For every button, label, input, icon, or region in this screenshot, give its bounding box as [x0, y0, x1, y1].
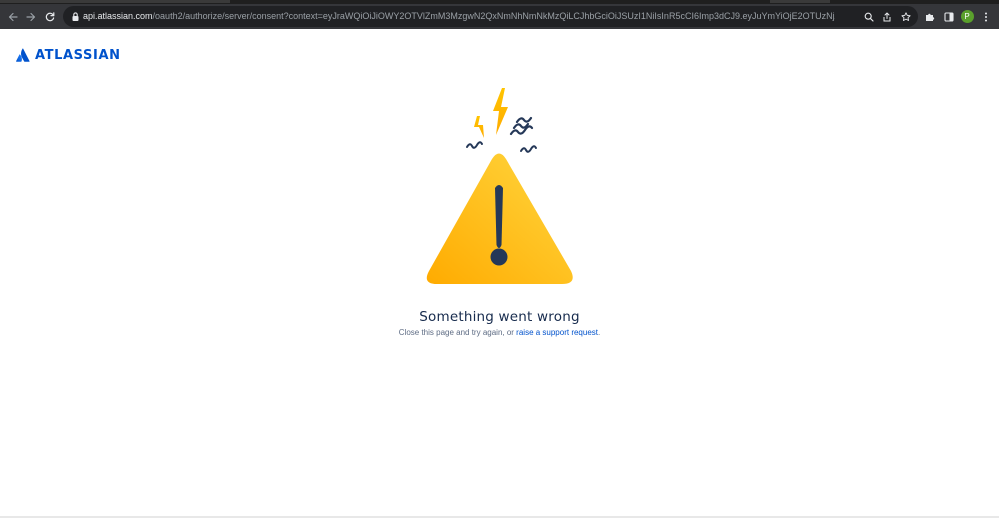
address-bar[interactable]: api.atlassian.com/oauth2/authorize/serve…: [63, 6, 918, 27]
forward-arrow-icon: [26, 12, 36, 21]
share-icon: [883, 12, 891, 21]
star-icon: [901, 11, 911, 21]
puzzle-icon: [926, 13, 935, 21]
tab-edge: [770, 0, 830, 3]
warning-triangle-icon: [426, 153, 573, 284]
squiggle-left: [466, 141, 483, 149]
zoom-button[interactable]: [860, 6, 878, 27]
extensions-button[interactable]: [921, 4, 939, 29]
url-text[interactable]: api.atlassian.com/oauth2/authorize/serve…: [83, 6, 835, 27]
message-text: Close this page and try again, or: [398, 328, 517, 337]
warning-illustration: [426, 88, 573, 284]
error-heading: Something went wrong: [419, 309, 580, 325]
bookmark-button[interactable]: [897, 6, 915, 27]
tab-edge: [0, 0, 230, 3]
support-request-link[interactable]: raise a support request: [516, 328, 598, 337]
url-host: api.atlassian.com: [83, 11, 153, 21]
browser-toolbar: api.atlassian.com/oauth2/authorize/serve…: [0, 4, 999, 29]
atlassian-mark-icon: [16, 48, 30, 62]
message-end: .: [598, 328, 601, 337]
lightning-bolt-icon: [493, 88, 508, 135]
atlassian-logo[interactable]: ATLASSIAN: [16, 47, 121, 63]
share-button[interactable]: [878, 6, 896, 27]
error-message: Close this page and try again, or raise …: [0, 328, 999, 337]
small-lightning-bolt-icon: [474, 116, 484, 138]
side-panel-icon: [944, 11, 954, 22]
browser-menu-button[interactable]: [977, 4, 995, 29]
squiggle-small-right: [520, 145, 537, 153]
magnifier-icon: [864, 12, 874, 22]
url-path: /oauth2/authorize/server/consent?context…: [152, 11, 835, 21]
profile-button[interactable]: P: [958, 4, 976, 29]
kebab-menu-icon: [985, 12, 987, 21]
squiggle-right: [509, 116, 534, 136]
avatar: P: [960, 10, 974, 23]
reload-button[interactable]: [39, 4, 61, 29]
side-panel-button[interactable]: [940, 4, 958, 29]
logo-wordmark: ATLASSIAN: [35, 47, 121, 63]
reload-icon: [45, 11, 55, 21]
back-arrow-icon: [8, 12, 18, 21]
lock-icon[interactable]: [70, 11, 81, 22]
